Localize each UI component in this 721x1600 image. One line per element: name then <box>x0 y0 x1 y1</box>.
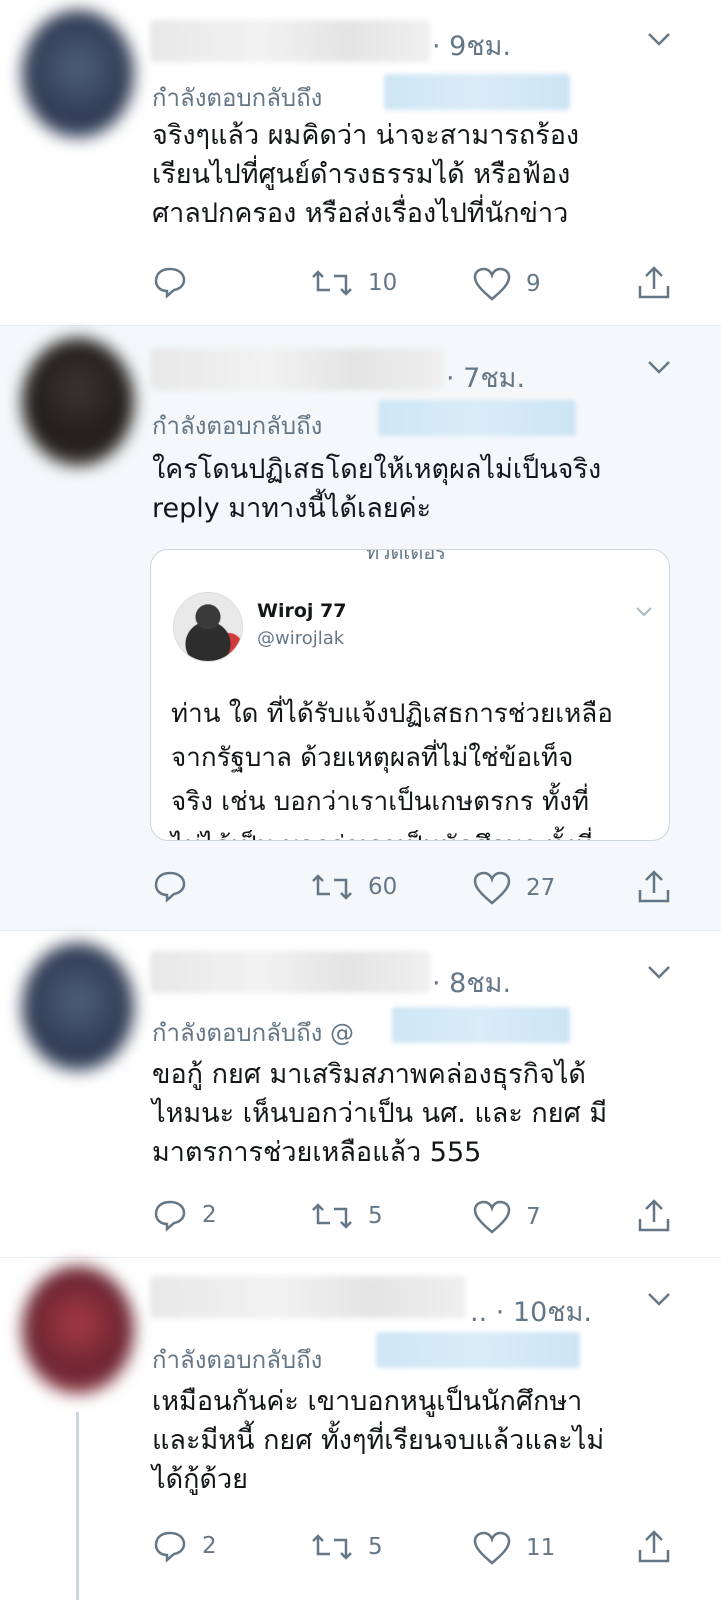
retweet-count: 60 <box>368 874 398 900</box>
like-count: 9 <box>526 271 541 297</box>
reply-icon <box>154 267 186 299</box>
reply-count: 2 <box>202 1202 217 1228</box>
retweet-button[interactable]: 5 <box>310 1530 383 1564</box>
chevron-down-icon[interactable] <box>642 1286 676 1312</box>
chevron-down-icon[interactable] <box>642 26 676 52</box>
quoted-tweet[interactable]: ทวิตเตอร์ Wiroj 77 @wirojlak ท่าน ใด ที่… <box>150 549 670 841</box>
reply-button[interactable]: 2 <box>152 1528 217 1564</box>
replying-to-label: กำลังตอบกลับถึง <box>152 412 323 440</box>
share-icon <box>638 1199 670 1232</box>
retweet-icon <box>312 270 352 296</box>
share-button[interactable] <box>636 264 672 302</box>
display-name-blurred[interactable] <box>150 20 430 62</box>
reply-icon <box>154 1531 186 1563</box>
reply-button[interactable] <box>152 868 188 904</box>
retweet-icon <box>312 1203 352 1229</box>
quoted-handle[interactable]: @wirojlak <box>257 628 344 649</box>
reply-handle-blurred[interactable] <box>392 1007 570 1043</box>
timestamp[interactable]: · 9ชม. <box>432 24 511 67</box>
quoted-top-fragment: ทวิตเตอร์ <box>366 549 446 564</box>
share-button[interactable] <box>636 1528 672 1566</box>
tweet-3[interactable]: · 8ชม. กำลังตอบกลับถึง @ ขอกู้ กยศ มาเสร… <box>0 931 721 1257</box>
retweet-button[interactable]: 5 <box>310 1199 383 1233</box>
tweet-1[interactable]: · 9ชม. กำลังตอบกลับถึง จริงๆแล้ว ผมคิดว่… <box>0 0 721 325</box>
quoted-avatar[interactable] <box>173 592 243 662</box>
tweet-2[interactable]: · 7ชม. กำลังตอบกลับถึง ใครโดนปฏิเสธโดยให… <box>0 326 721 930</box>
tweet-text: ใครโดนปฏิเสธโดยให้เหตุผลไม่เป็นจริง repl… <box>152 454 602 524</box>
heart-icon <box>473 1531 511 1565</box>
reply-handle-blurred[interactable] <box>378 400 576 436</box>
tweet-text: ขอกู้ กยศ มาเสริมสภาพคล่องธุรกิจได้ ไหมน… <box>152 1059 608 1168</box>
like-button[interactable]: 7 <box>472 1199 541 1235</box>
retweet-count: 5 <box>368 1534 383 1560</box>
share-button[interactable] <box>636 868 672 906</box>
chevron-down-icon[interactable] <box>642 959 676 985</box>
timestamp[interactable]: · 7ชม. <box>446 356 525 399</box>
share-button[interactable] <box>636 1197 672 1235</box>
like-count: 7 <box>526 1204 541 1230</box>
retweet-icon <box>312 874 352 900</box>
share-icon <box>638 266 670 299</box>
heart-icon <box>473 871 511 905</box>
display-name-blurred[interactable] <box>150 348 444 390</box>
heart-icon <box>473 267 511 301</box>
replying-to-label: กำลังตอบกลับถึง @ <box>152 1019 355 1047</box>
reply-icon <box>154 871 186 903</box>
reply-button[interactable] <box>152 264 188 300</box>
avatar-blurred[interactable] <box>22 338 134 466</box>
like-count: 27 <box>526 875 556 901</box>
timestamp[interactable]: .. · 10ชม. <box>470 1290 592 1333</box>
reply-handle-blurred[interactable] <box>376 1332 580 1368</box>
avatar-blurred[interactable] <box>22 10 134 138</box>
retweet-count: 10 <box>368 270 398 296</box>
avatar-blurred[interactable] <box>22 943 134 1071</box>
like-button[interactable]: 11 <box>472 1530 555 1566</box>
share-icon <box>638 870 670 903</box>
quoted-text-cut-line: ไม่ได้เป็น บอกว่าเราเป็นนักศึกษา ทั้งที่ <box>171 825 593 840</box>
thread-line <box>76 1412 79 1600</box>
retweet-icon <box>312 1534 352 1560</box>
reply-handle-blurred[interactable] <box>384 74 570 110</box>
chevron-down-icon[interactable] <box>642 354 676 380</box>
reply-count: 2 <box>202 1533 217 1559</box>
tweet-4[interactable]: .. · 10ชม. กำลังตอบกลับถึง เหมือนกันค่ะ … <box>0 1258 721 1600</box>
retweet-count: 5 <box>368 1203 383 1229</box>
timestamp[interactable]: · 8ชม. <box>432 961 511 1004</box>
retweet-button[interactable]: 10 <box>310 266 397 300</box>
like-button[interactable]: 27 <box>472 870 555 906</box>
quoted-display-name[interactable]: Wiroj 77 <box>257 600 346 622</box>
retweet-button[interactable]: 60 <box>310 870 397 904</box>
display-name-blurred[interactable] <box>150 1276 466 1318</box>
like-button[interactable]: 9 <box>472 266 541 302</box>
reply-button[interactable]: 2 <box>152 1197 217 1233</box>
quoted-text: ท่าน ใด ที่ได้รับแจ้งปฏิเสธการช่วยเหลือ … <box>171 699 613 817</box>
replying-to-label: กำลังตอบกลับถึง <box>152 1346 323 1374</box>
tweet-text: เหมือนกันค่ะ เขาบอกหนูเป็นนักศึกษา และมี… <box>152 1386 605 1495</box>
avatar-blurred[interactable] <box>22 1266 134 1394</box>
chevron-down-icon[interactable] <box>633 604 655 620</box>
replying-to-label: กำลังตอบกลับถึง <box>152 84 323 112</box>
reply-icon <box>154 1200 186 1232</box>
share-icon <box>638 1530 670 1563</box>
like-count: 11 <box>526 1535 556 1561</box>
tweet-text: จริงๆแล้ว ผมคิดว่า น่าจะสามารถร้อง เรียน… <box>152 120 580 229</box>
display-name-blurred[interactable] <box>150 951 430 993</box>
heart-icon <box>473 1200 511 1234</box>
